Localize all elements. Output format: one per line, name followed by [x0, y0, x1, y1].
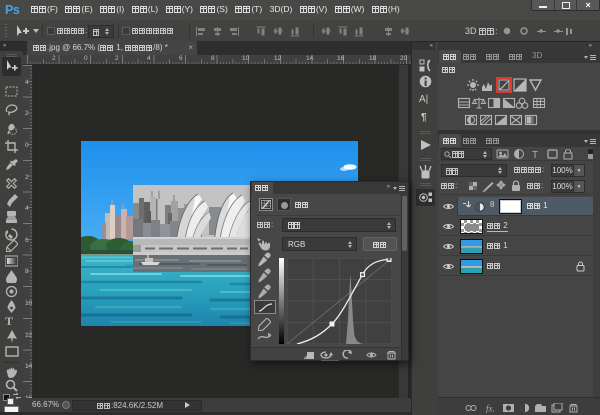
svg-text:T: T: [532, 150, 538, 160]
svg-text:fx.: fx.: [486, 404, 495, 414]
